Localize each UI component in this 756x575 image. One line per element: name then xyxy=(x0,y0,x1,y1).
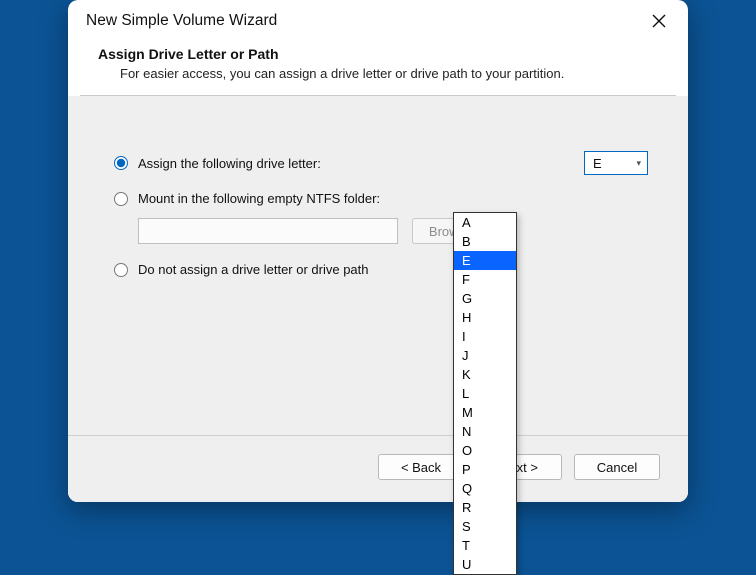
drive-option[interactable]: T xyxy=(454,536,516,555)
drive-option[interactable]: E xyxy=(454,251,516,270)
drive-option[interactable]: B xyxy=(454,232,516,251)
drive-letter-dropdown[interactable]: ABEFGHIJKLMNOPQRSTU xyxy=(453,212,517,575)
radio-assign-letter[interactable]: Assign the following drive letter: xyxy=(114,156,564,171)
drive-option[interactable]: J xyxy=(454,346,516,365)
close-icon[interactable] xyxy=(648,10,670,32)
back-button[interactable]: < Back xyxy=(378,454,464,480)
drive-option[interactable]: P xyxy=(454,460,516,479)
drive-option[interactable]: N xyxy=(454,422,516,441)
wizard-header: Assign Drive Letter or Path For easier a… xyxy=(68,38,688,95)
wizard-body: Assign the following drive letter: E ▾ M… xyxy=(68,96,688,502)
window-title: New Simple Volume Wizard xyxy=(86,12,277,30)
drive-option[interactable]: K xyxy=(454,365,516,384)
drive-option[interactable]: M xyxy=(454,403,516,422)
step-subheading: For easier access, you can assign a driv… xyxy=(120,66,658,81)
radio-no-letter[interactable]: Do not assign a drive letter or drive pa… xyxy=(114,262,648,277)
mount-path-input[interactable] xyxy=(138,218,398,244)
radio-mount-folder-label: Mount in the following empty NTFS folder… xyxy=(138,191,380,206)
chevron-down-icon: ▾ xyxy=(636,158,641,169)
titlebar: New Simple Volume Wizard xyxy=(68,0,688,38)
radio-mount-folder[interactable]: Mount in the following empty NTFS folder… xyxy=(114,191,648,206)
drive-option[interactable]: R xyxy=(454,498,516,517)
drive-option[interactable]: L xyxy=(454,384,516,403)
radio-no-letter-input[interactable] xyxy=(114,263,128,277)
drive-option[interactable]: Q xyxy=(454,479,516,498)
drive-option[interactable]: H xyxy=(454,308,516,327)
radio-no-letter-label: Do not assign a drive letter or drive pa… xyxy=(138,262,369,277)
radio-mount-folder-input[interactable] xyxy=(114,192,128,206)
wizard-window: New Simple Volume Wizard Assign Drive Le… xyxy=(68,0,688,502)
cancel-button[interactable]: Cancel xyxy=(574,454,660,480)
drive-option[interactable]: A xyxy=(454,213,516,232)
drive-letter-combo[interactable]: E ▾ xyxy=(584,151,648,175)
step-heading: Assign Drive Letter or Path xyxy=(98,46,658,62)
drive-letter-selected: E xyxy=(593,156,602,171)
radio-assign-letter-label: Assign the following drive letter: xyxy=(138,156,321,171)
drive-option[interactable]: U xyxy=(454,555,516,574)
drive-option[interactable]: O xyxy=(454,441,516,460)
radio-assign-letter-input[interactable] xyxy=(114,156,128,170)
drive-option[interactable]: G xyxy=(454,289,516,308)
drive-option[interactable]: F xyxy=(454,270,516,289)
drive-option[interactable]: I xyxy=(454,327,516,346)
wizard-footer: < Back Next > Cancel xyxy=(68,435,688,502)
